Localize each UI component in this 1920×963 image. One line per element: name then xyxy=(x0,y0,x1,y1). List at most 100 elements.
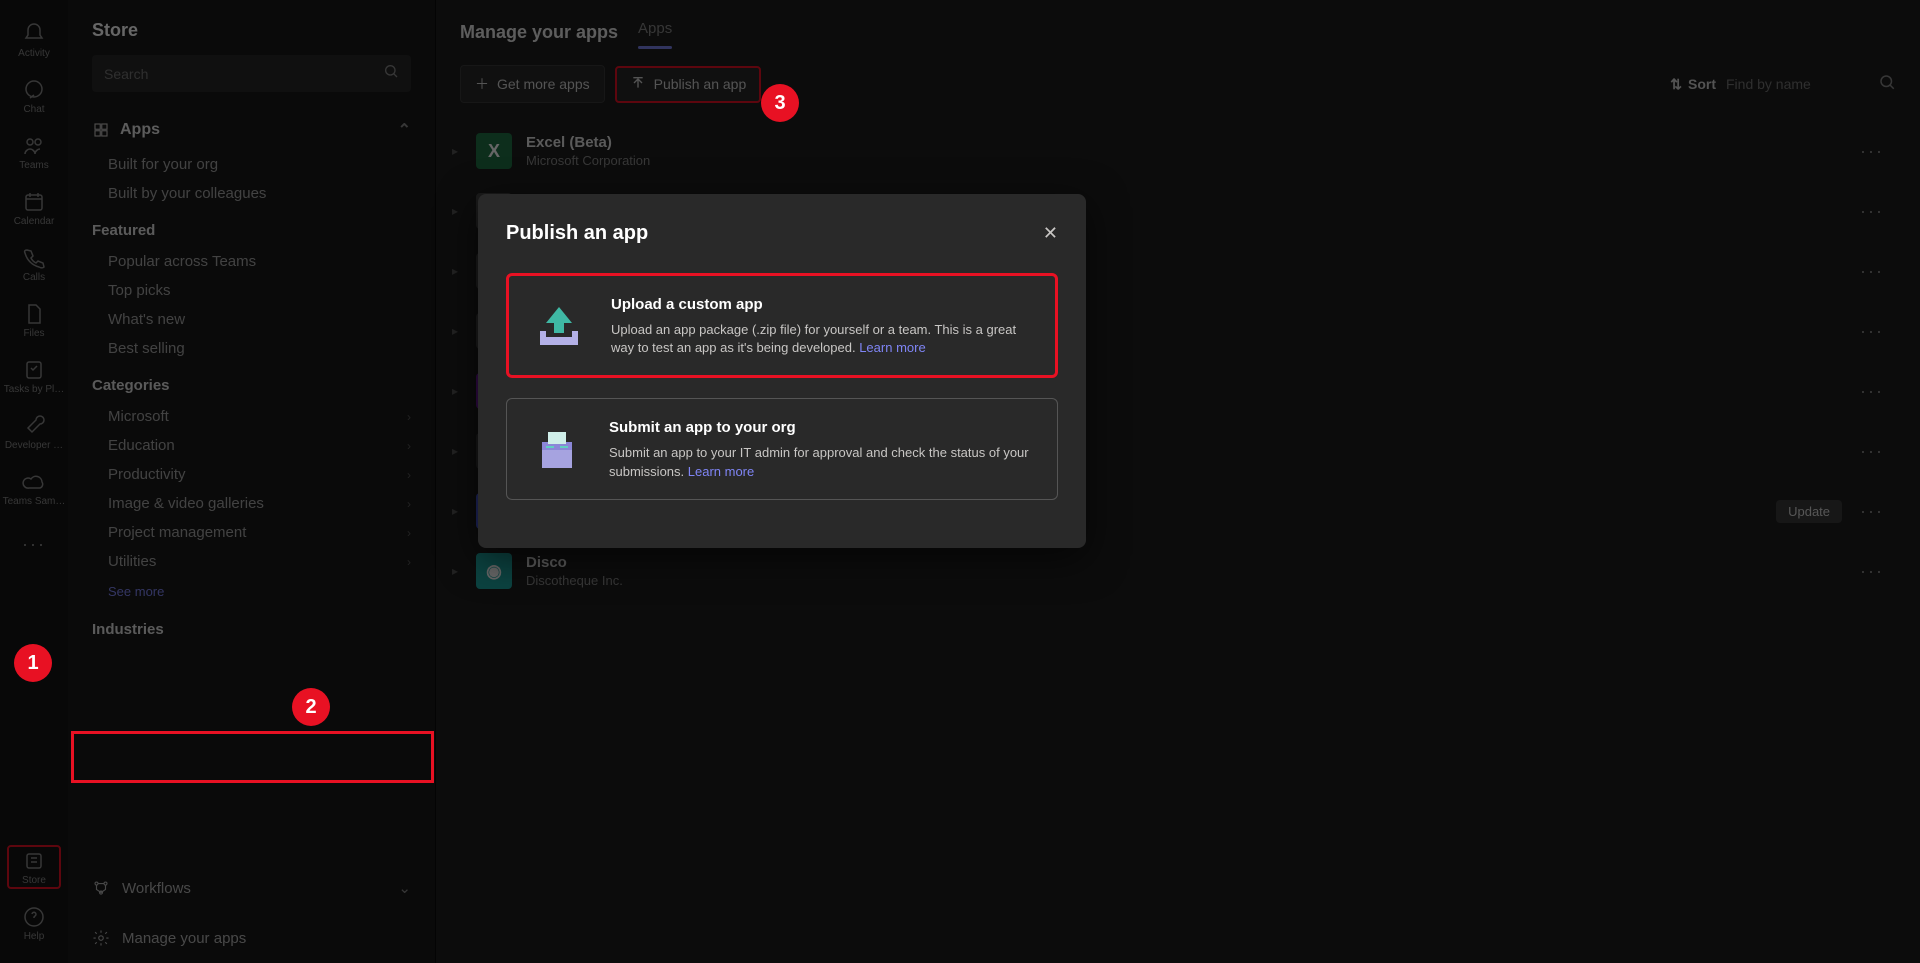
rail-more[interactable]: ··· xyxy=(0,516,68,572)
rail-files[interactable]: Files xyxy=(0,292,68,348)
cat-project[interactable]: Project management› xyxy=(68,518,435,547)
search-icon[interactable] xyxy=(1878,73,1896,96)
app-row[interactable]: ▸XExcel (Beta)Microsoft Corporation··· xyxy=(436,121,1912,181)
rail-developer[interactable]: Developer … xyxy=(0,404,68,460)
store-search[interactable] xyxy=(92,55,411,92)
publish-app-modal: Publish an app ✕ Upload a custom app Upl… xyxy=(478,194,1086,548)
calendar-icon xyxy=(22,190,46,214)
link-best-selling[interactable]: Best selling xyxy=(68,334,435,363)
rail-label: Files xyxy=(23,328,44,339)
card-title: Submit an app to your org xyxy=(609,419,1037,436)
learn-more-link[interactable]: Learn more xyxy=(859,340,925,355)
more-icon[interactable]: ··· xyxy=(1856,501,1888,522)
more-icon[interactable]: ··· xyxy=(1856,321,1888,342)
link-popular[interactable]: Popular across Teams xyxy=(68,247,435,276)
card-desc: Upload an app package (.zip file) for yo… xyxy=(611,321,1035,357)
publish-an-app-button[interactable]: Publish an app xyxy=(615,66,762,103)
submit-to-org-card[interactable]: Submit an app to your org Submit an app … xyxy=(506,398,1058,499)
chevron-right-icon: ▸ xyxy=(452,564,462,578)
link-top-picks[interactable]: Top picks xyxy=(68,276,435,305)
link-whats-new[interactable]: What's new xyxy=(68,305,435,334)
cat-utilities[interactable]: Utilities› xyxy=(68,547,435,576)
modal-title: Publish an app xyxy=(506,222,648,245)
more-icon[interactable]: ··· xyxy=(1856,561,1888,582)
industries-label: Industries xyxy=(68,607,435,646)
categories-label: Categories xyxy=(68,363,435,402)
toolbar: ＋ Get more apps Publish an app ⇅ Sort xyxy=(436,49,1920,121)
link-built-for-org[interactable]: Built for your org xyxy=(68,150,435,179)
callout-1: 1 xyxy=(14,644,52,682)
search-input[interactable] xyxy=(104,66,364,82)
manage-your-apps-item[interactable]: Manage your apps xyxy=(68,913,435,963)
find-by-name-input[interactable] xyxy=(1726,76,1866,92)
learn-more-link[interactable]: Learn more xyxy=(688,464,754,479)
cat-microsoft[interactable]: Microsoft› xyxy=(68,402,435,431)
left-rail: Activity Chat Teams Calendar Calls Files… xyxy=(0,0,68,963)
section-label: Apps xyxy=(120,121,160,139)
apps-section[interactable]: Apps ⌃ xyxy=(68,110,435,150)
plus-icon: ＋ xyxy=(475,74,489,94)
upload-icon xyxy=(630,75,646,94)
upload-custom-app-card[interactable]: Upload a custom app Upload an app packag… xyxy=(506,273,1058,378)
main-header: Manage your apps Apps xyxy=(436,0,1920,49)
rail-label: Calls xyxy=(23,272,45,283)
chevron-right-icon: ▸ xyxy=(452,324,462,338)
rail-label: Help xyxy=(24,931,45,942)
rail-calls[interactable]: Calls xyxy=(0,236,68,292)
chevron-right-icon: › xyxy=(407,439,411,453)
cat-education[interactable]: Education› xyxy=(68,431,435,460)
rail-calendar[interactable]: Calendar xyxy=(0,180,68,236)
chevron-down-icon: ⌄ xyxy=(398,879,411,897)
app-icon: ◉ xyxy=(476,553,512,589)
rail-label: Developer … xyxy=(5,440,63,451)
item-label: Workflows xyxy=(122,880,191,897)
bell-icon xyxy=(22,22,46,46)
upload-custom-icon xyxy=(529,296,589,356)
update-button[interactable]: Update xyxy=(1776,500,1842,523)
store-title: Store xyxy=(68,20,435,55)
rail-label: Calendar xyxy=(14,216,55,227)
rail-tasks[interactable]: Tasks by Pl… xyxy=(0,348,68,404)
tasks-icon xyxy=(22,358,46,382)
chevron-right-icon: ▸ xyxy=(452,264,462,278)
more-icon[interactable]: ··· xyxy=(1856,441,1888,462)
chevron-up-icon: ⌃ xyxy=(398,120,411,140)
cat-image[interactable]: Image & video galleries› xyxy=(68,489,435,518)
close-icon[interactable]: ✕ xyxy=(1043,223,1058,244)
chevron-right-icon: ▸ xyxy=(452,444,462,458)
get-more-apps-button[interactable]: ＋ Get more apps xyxy=(460,65,605,103)
rail-label: Teams xyxy=(19,160,48,171)
chevron-right-icon: ▸ xyxy=(452,204,462,218)
search-icon xyxy=(383,63,399,84)
more-icon[interactable]: ··· xyxy=(1856,381,1888,402)
link-built-by-colleagues[interactable]: Built by your colleagues xyxy=(68,179,435,208)
chevron-right-icon: › xyxy=(407,410,411,424)
rail-help[interactable]: Help xyxy=(0,895,68,951)
more-icon[interactable]: ··· xyxy=(1856,141,1888,162)
tab-apps[interactable]: Apps xyxy=(638,16,672,49)
chevron-right-icon: ▸ xyxy=(452,504,462,518)
sort-label: Sort xyxy=(1688,76,1716,92)
help-icon xyxy=(22,905,46,929)
rail-chat[interactable]: Chat xyxy=(0,68,68,124)
button-label: Get more apps xyxy=(497,76,590,92)
more-icon[interactable]: ··· xyxy=(1856,201,1888,222)
rail-store[interactable]: Store xyxy=(7,845,61,889)
rail-teams[interactable]: Teams xyxy=(0,124,68,180)
rail-label: Teams Sam… xyxy=(3,496,66,507)
workflows-item[interactable]: Workflows ⌄ xyxy=(68,863,435,913)
sort-button[interactable]: ⇅ Sort xyxy=(1670,76,1716,93)
cat-productivity[interactable]: Productivity› xyxy=(68,460,435,489)
app-row[interactable]: ▸◉DiscoDiscotheque Inc.··· xyxy=(436,541,1912,601)
callout-2: 2 xyxy=(292,688,330,726)
chevron-right-icon: ▸ xyxy=(452,384,462,398)
rail-activity[interactable]: Activity xyxy=(0,12,68,68)
more-icon[interactable]: ··· xyxy=(1856,261,1888,282)
apps-icon xyxy=(92,121,110,139)
submit-org-icon xyxy=(527,419,587,479)
see-more-link[interactable]: See more xyxy=(68,576,435,607)
rail-teamssam[interactable]: Teams Sam… xyxy=(0,460,68,516)
callout-3: 3 xyxy=(761,84,799,122)
app-name: Disco xyxy=(526,554,623,571)
app-icon: X xyxy=(476,133,512,169)
